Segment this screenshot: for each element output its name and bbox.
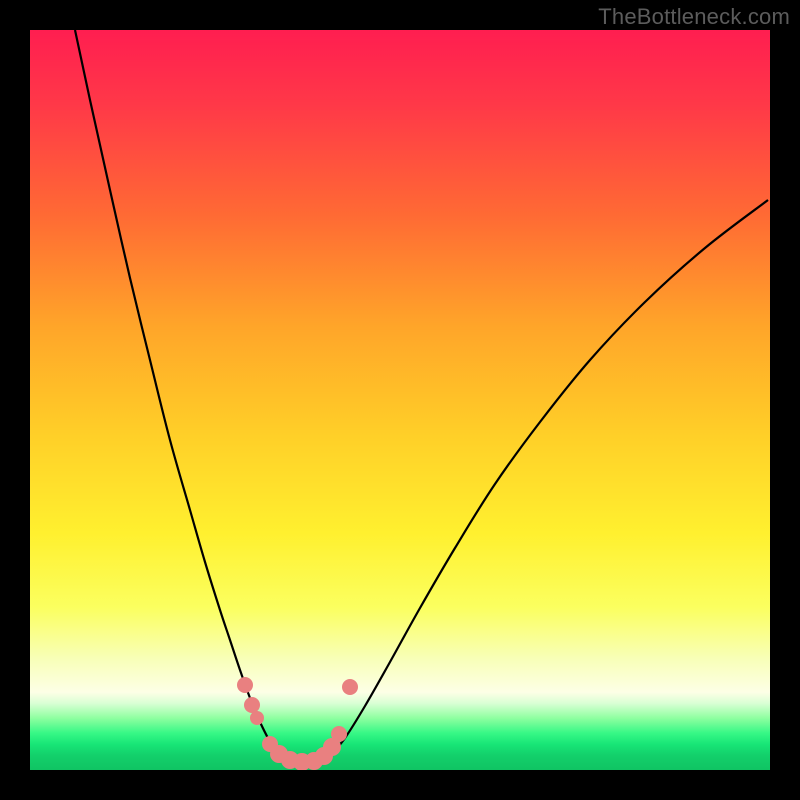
plot-area bbox=[30, 30, 770, 770]
data-marker bbox=[250, 711, 264, 725]
left-curve bbox=[75, 30, 278, 756]
data-marker bbox=[244, 697, 260, 713]
chart-svg bbox=[30, 30, 770, 770]
watermark-label: TheBottleneck.com bbox=[598, 4, 790, 30]
outer-frame: TheBottleneck.com bbox=[0, 0, 800, 800]
data-marker bbox=[342, 679, 358, 695]
valley-markers bbox=[237, 677, 358, 770]
data-marker bbox=[237, 677, 253, 693]
data-marker bbox=[331, 726, 347, 742]
right-curve bbox=[330, 200, 768, 756]
